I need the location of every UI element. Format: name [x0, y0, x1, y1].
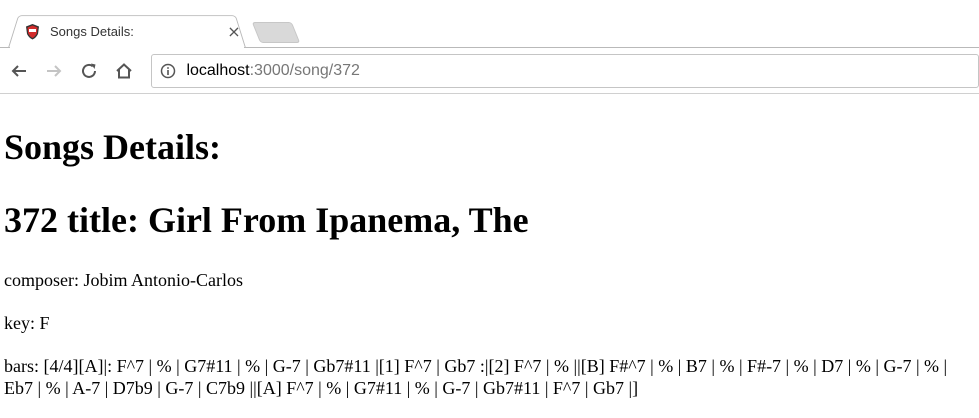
tab-strip: Songs Details: × [0, 0, 979, 48]
active-tab-content[interactable]: Songs Details: × [22, 18, 246, 44]
reload-icon [81, 63, 96, 78]
composer-text: composer: Jobim Antonio-Carlos [4, 270, 243, 290]
forward-button[interactable] [41, 58, 67, 84]
browser-toolbar: localhost:3000/song/372 [0, 48, 979, 94]
address-bar[interactable]: localhost:3000/song/372 [151, 53, 979, 88]
page-heading: Songs Details: [4, 127, 222, 167]
tab-title: Songs Details: [50, 23, 134, 39]
url-host: localhost [186, 61, 250, 79]
shield-favicon-icon [26, 23, 39, 39]
song-title: 372 title: Girl From Ipanema, The [4, 200, 529, 240]
forward-arrow-icon [46, 64, 62, 77]
url-text[interactable]: localhost:3000/song/372 [186, 62, 359, 80]
bars-text: bars: [4/4][A]|: F^7 | % | G7#11 | % | G… [4, 356, 948, 398]
key-text: key: F [4, 313, 50, 333]
back-arrow-icon [11, 64, 26, 77]
info-icon[interactable] [160, 63, 176, 79]
page-content: Songs Details: 372 title: Girl From Ipan… [0, 127, 979, 399]
url-path: :3000/song/372 [249, 61, 360, 79]
close-tab-icon[interactable]: × [226, 22, 242, 41]
new-tab-button[interactable] [251, 22, 301, 43]
home-icon [115, 62, 132, 78]
reload-button[interactable] [76, 58, 102, 84]
home-button[interactable] [111, 58, 137, 84]
back-button[interactable] [6, 58, 32, 84]
